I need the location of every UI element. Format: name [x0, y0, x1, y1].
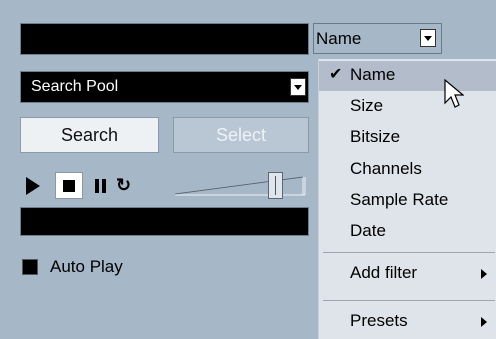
- path-field[interactable]: [20, 23, 309, 55]
- menu-item-label: Bitsize: [350, 127, 401, 146]
- menu-item-sample-rate[interactable]: Sample Rate: [319, 186, 496, 216]
- menu-item-presets[interactable]: Presets: [319, 307, 496, 337]
- chevron-down-icon[interactable]: [420, 29, 436, 47]
- stop-icon[interactable]: [55, 172, 83, 199]
- menu-item-channels[interactable]: Channels: [319, 155, 496, 185]
- menu-item-label: Channels: [350, 159, 422, 178]
- menu-item-add-filter[interactable]: Add filter: [319, 259, 496, 289]
- menu-item-name[interactable]: ✔ Name: [319, 61, 496, 91]
- menu-item-label: Add filter: [350, 263, 418, 282]
- menu-item-label: Presets: [350, 311, 408, 330]
- sort-select-value: Name: [316, 29, 362, 48]
- select-button[interactable]: Select: [173, 117, 309, 153]
- auto-play-checkbox[interactable]: [22, 259, 38, 275]
- menu-item-label: Sample Rate: [350, 190, 449, 209]
- menu-item-bitsize[interactable]: Bitsize: [319, 123, 496, 153]
- menu-item-size[interactable]: Size: [319, 92, 496, 122]
- volume-slider-handle[interactable]: [268, 172, 283, 199]
- checkmark-icon: ✔: [329, 66, 343, 83]
- loop-icon[interactable]: ↻: [116, 176, 134, 194]
- menu-item-label: Name: [350, 65, 396, 84]
- auto-play-label: Auto Play: [50, 257, 123, 276]
- scope-select[interactable]: Search Pool: [20, 71, 309, 103]
- volume-slider[interactable]: [175, 174, 308, 198]
- pause-icon[interactable]: [95, 179, 107, 193]
- chevron-down-icon[interactable]: [290, 78, 306, 96]
- search-button[interactable]: Search: [20, 117, 159, 153]
- sort-select[interactable]: Name: [313, 23, 442, 54]
- scope-select-value: Search Pool: [31, 78, 119, 95]
- submenu-arrow-icon: [481, 317, 487, 327]
- play-icon[interactable]: [26, 177, 40, 195]
- mouse-pointer-icon: [444, 79, 464, 108]
- menu-separator: [323, 300, 495, 301]
- sort-dropdown-menu: ✔ Name Size Bitsize Channels Sample Rate…: [318, 59, 496, 339]
- menu-separator: [323, 252, 495, 253]
- preview-field: [20, 207, 309, 236]
- menu-item-label: Size: [350, 96, 384, 115]
- menu-item-date[interactable]: Date: [319, 217, 496, 247]
- menu-item-label: Date: [350, 221, 386, 240]
- submenu-arrow-icon: [481, 269, 487, 279]
